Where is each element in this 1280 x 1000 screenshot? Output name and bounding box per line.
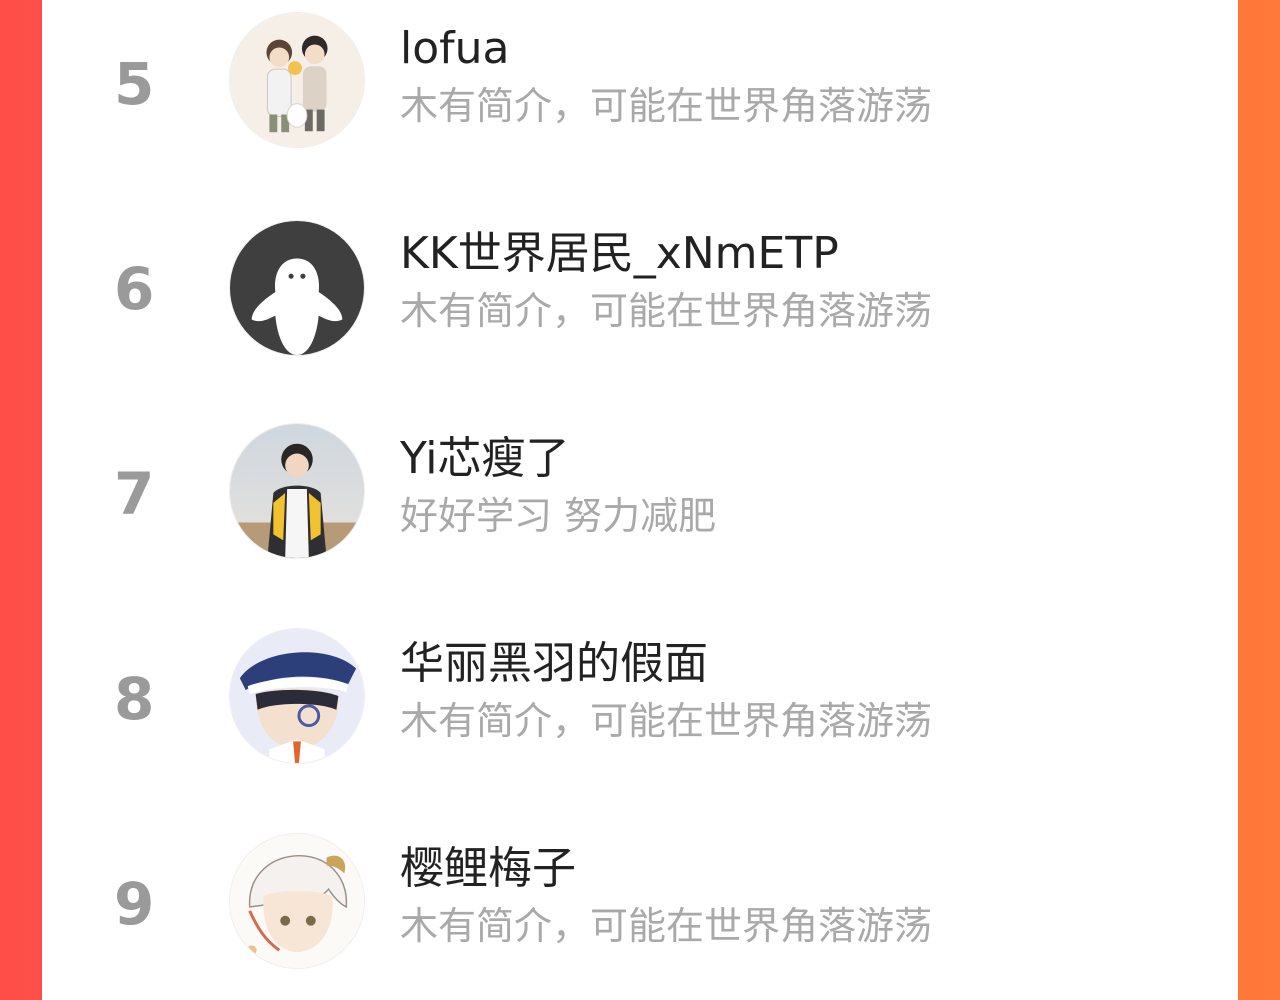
ranking-list-card: 5 lofua 木有简介，可能在世界角落游荡 6 KK世界居民_xNmETP 木… — [42, 0, 1238, 1000]
username[interactable]: 樱鲤梅子 — [400, 847, 576, 891]
anime-hat-avatar[interactable] — [229, 628, 365, 764]
user-bio: 木有简介，可能在世界角落游荡 — [400, 699, 933, 743]
list-item[interactable]: 5 lofua 木有简介，可能在世界角落游荡 — [42, 0, 1238, 170]
user-bio: 好好学习 努力减肥 — [400, 494, 717, 538]
list-item[interactable]: 7 Yi芯瘦了 好好学习 努力减肥 — [42, 410, 1238, 580]
rank-number: 7 — [114, 460, 155, 528]
username[interactable]: lofua — [400, 27, 509, 71]
list-item[interactable]: 8 华丽黑羽的假面 木有简介，可能在世界角落游荡 — [42, 615, 1238, 785]
photo-avatar[interactable] — [229, 423, 365, 559]
user-bio: 木有简介，可能在世界角落游荡 — [400, 84, 933, 128]
user-bio: 木有简介，可能在世界角落游荡 — [400, 904, 933, 948]
rank-number: 9 — [114, 870, 155, 938]
rank-number: 8 — [114, 665, 155, 733]
username[interactable]: Yi芯瘦了 — [400, 437, 570, 481]
rank-number: 5 — [114, 50, 155, 118]
list-item[interactable]: 6 KK世界居民_xNmETP 木有简介，可能在世界角落游荡 — [42, 205, 1238, 375]
rank-number: 6 — [114, 255, 155, 323]
user-bio: 木有简介，可能在世界角落游荡 — [400, 289, 933, 333]
username[interactable]: 华丽黑羽的假面 — [400, 642, 708, 686]
list-item[interactable]: 9 樱鲤梅子 木有简介，可能在世界角落游荡 — [42, 820, 1238, 990]
couple-illustration-avatar[interactable] — [229, 12, 365, 148]
username[interactable]: KK世界居民_xNmETP — [400, 232, 839, 276]
default-ghost-avatar[interactable] — [229, 220, 365, 356]
anime-white-hair-avatar[interactable] — [229, 833, 365, 969]
